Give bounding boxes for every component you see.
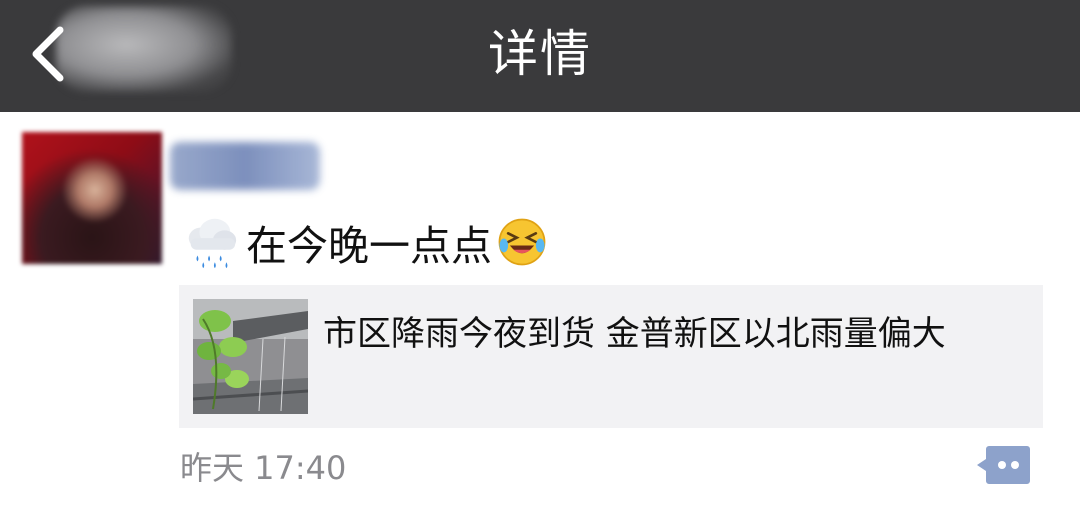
laughing-tears-emoji [498, 218, 546, 266]
post-body-text: 在今晚一点点 [246, 222, 492, 270]
comment-bubble-icon [977, 446, 1030, 484]
link-title: 市区降雨今夜到货 金普新区以北雨量偏大 [323, 314, 946, 354]
link-thumbnail [193, 299, 308, 414]
post-timestamp: 昨天 17:40 [180, 449, 347, 487]
comment-button[interactable] [975, 444, 1031, 486]
navigation-bar: 详情 [0, 0, 1080, 112]
avatar[interactable] [22, 132, 162, 264]
page-title: 详情 [488, 25, 592, 83]
username-blurred[interactable] [170, 142, 320, 190]
rain-cloud-emoji [188, 218, 237, 269]
shared-link-card[interactable]: 市区降雨今夜到货 金普新区以北雨量偏大 [179, 285, 1043, 428]
post-text: 在今晚一点点 [182, 212, 548, 272]
